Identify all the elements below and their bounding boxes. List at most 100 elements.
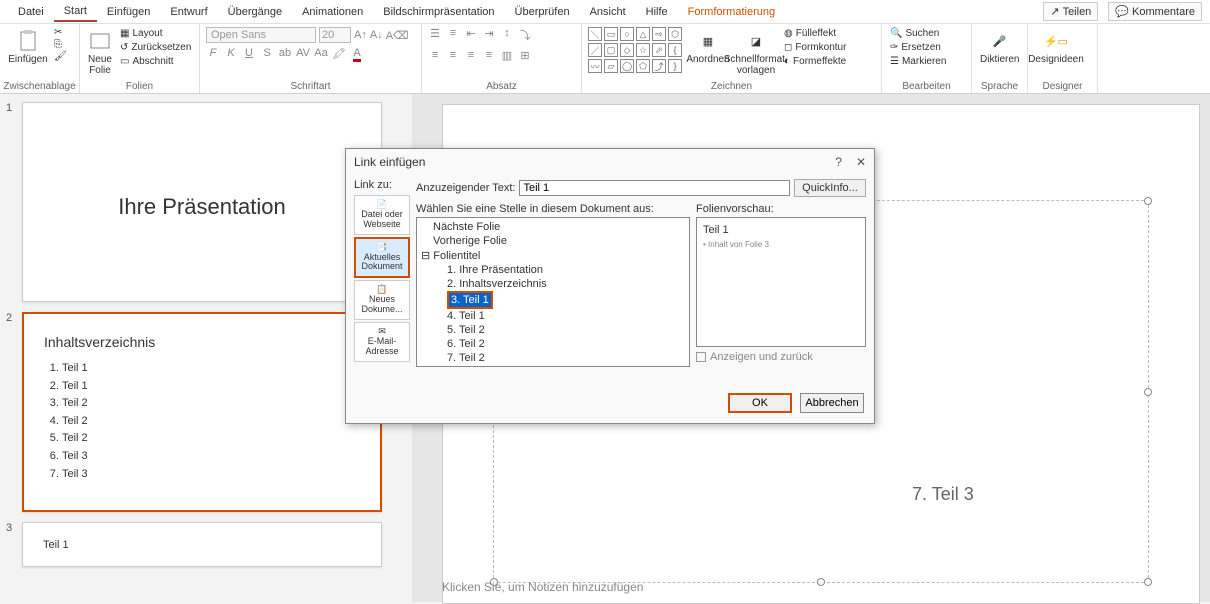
bullets-icon[interactable]: ☰ [428,27,442,43]
slide-thumbnail-1[interactable]: Ihre Präsentation [22,102,382,302]
notes-placeholder[interactable]: Klicken Sie, um Notizen hinzuzufügen [442,572,643,602]
comments-button[interactable]: 💬Kommentare [1108,2,1202,21]
tab-entwurf[interactable]: Entwurf [160,3,217,21]
tab-ansicht[interactable]: Ansicht [580,3,636,21]
find-button[interactable]: 🔍Suchen [888,27,948,40]
tab-animationen[interactable]: Animationen [292,3,373,21]
justify-icon[interactable]: ≡ [482,49,496,62]
smartart-icon[interactable]: ⊞ [518,49,532,62]
tree-node-selected[interactable]: 3. Teil 1 [447,291,493,309]
linkopt-file[interactable]: 📄Datei oder Webseite [354,195,410,235]
close-icon[interactable]: ✕ [856,155,866,169]
copy-icon[interactable]: ⎘ [54,39,67,50]
tab-uebergaenge[interactable]: Übergänge [218,3,292,21]
share-icon: ↗ [1050,5,1059,18]
tree-node[interactable]: 2. Inhaltsverzeichnis [419,277,687,291]
paste-button[interactable]: Einfügen [6,27,50,67]
linkopt-email[interactable]: ✉E-Mail-Adresse [354,322,410,362]
group-editing: 🔍Suchen ✑Ersetzen ☰Markieren Bearbeiten [882,24,972,93]
columns-icon[interactable]: ▥ [500,49,514,62]
slide-title: Inhaltsverzeichnis [44,334,360,350]
replace-button[interactable]: ✑Ersetzen [888,41,948,54]
tree-node-prev[interactable]: Vorherige Folie [419,234,687,248]
group-label-drawing: Zeichnen [582,81,881,93]
link-to-label: Link zu: [354,179,410,191]
select-place-label: Wählen Sie eine Stelle in diesem Dokumen… [416,203,690,215]
display-text-input[interactable] [519,180,790,196]
shadow-button[interactable]: ab [278,47,292,60]
group-label-clipboard: Zwischenablage [0,81,79,93]
section-button[interactable]: ▭Abschnitt [118,55,193,68]
tree-node[interactable]: 7. Teil 2 [419,351,687,365]
format-painter-icon[interactable]: 🖌 [54,51,67,62]
align-right-icon[interactable]: ≡ [464,49,478,62]
help-icon[interactable]: ? [835,155,842,169]
screentip-button[interactable]: QuickInfo... [794,179,866,197]
linkopt-new-doc[interactable]: 📋Neues Dokume... [354,280,410,320]
indent-left-icon[interactable]: ⇤ [464,27,478,43]
tree-node[interactable]: 1. Ihre Präsentation [419,263,687,277]
preview-label: Folienvorschau: [696,203,866,215]
design-ideas-button[interactable]: ⚡▭ Designideen [1034,27,1078,67]
thumb-number: 3 [6,522,22,567]
slide-thumbnail-3[interactable]: Teil 1 [22,522,382,567]
text-direction-icon[interactable]: ⤵ [518,27,532,43]
quick-styles-button[interactable]: ◪ Schnellformat- vorlagen [734,27,778,78]
numbering-icon[interactable]: ≡ [446,27,460,43]
font-name-input[interactable]: Open Sans [206,27,316,43]
decrease-font-icon[interactable]: A↓ [370,29,383,41]
indent-right-icon[interactable]: ⇥ [482,27,496,43]
cancel-button[interactable]: Abbrechen [800,393,864,413]
tab-ueberpruefen[interactable]: Überprüfen [505,3,580,21]
font-size-input[interactable]: 20 [319,27,351,43]
checkbox-icon [696,352,706,362]
increase-font-icon[interactable]: A↑ [354,29,367,41]
insert-link-dialog: Link einfügen ? ✕ Link zu: 📄Datei oder W… [345,148,875,424]
align-left-icon[interactable]: ≡ [428,49,442,62]
group-designer: ⚡▭ Designideen Designer [1028,24,1098,93]
align-center-icon[interactable]: ≡ [446,49,460,62]
dictate-button[interactable]: 🎤 Diktieren [978,27,1021,67]
tab-einfuegen[interactable]: Einfügen [97,3,160,21]
ok-button[interactable]: OK [728,393,792,413]
clear-format-icon[interactable]: A⌫ [386,29,409,42]
shape-effects-button[interactable]: ◐Formeffekte [782,55,848,68]
quickstyle-icon: ◪ [744,29,768,53]
arrange-icon: ▦ [696,29,720,53]
underline-button[interactable]: U [242,47,256,60]
layout-button[interactable]: ▦Layout [118,27,193,40]
new-slide-button[interactable]: Neue Folie [86,27,114,78]
font-color-button[interactable]: A [350,47,364,60]
dialog-titlebar: Link einfügen ? ✕ [346,149,874,175]
tree-node-titles[interactable]: ⊟ Folientitel [419,248,687,263]
toc-list: Teil 1 Teil 1 Teil 2 Teil 2 Teil 2 Teil … [44,360,360,483]
tab-bildschirm[interactable]: Bildschirmpräsentation [373,3,504,21]
tree-node-next[interactable]: Nächste Folie [419,220,687,234]
tree-node[interactable]: 5. Teil 2 [419,323,687,337]
tree-node[interactable]: 6. Teil 2 [419,337,687,351]
cut-icon[interactable]: ✂ [54,27,67,38]
tree-node[interactable]: 4. Teil 1 [419,309,687,323]
spacing-button[interactable]: AV [296,47,310,60]
tab-formformatierung[interactable]: Formformatierung [678,3,785,21]
bold-button[interactable]: F [206,47,220,60]
group-clipboard: Einfügen ✂ ⎘ 🖌 Zwischenablage [0,24,80,93]
show-return-checkbox[interactable]: Anzeigen und zurück [696,351,866,363]
highlight-button[interactable]: 🖍 [332,47,346,60]
linkopt-current-doc[interactable]: 📑Aktuelles Dokument [354,237,410,279]
shape-outline-button[interactable]: ◻Formkontur [782,41,848,54]
place-tree[interactable]: Nächste Folie Vorherige Folie ⊟ Folienti… [416,217,690,367]
strike-button[interactable]: S [260,47,274,60]
shapes-gallery[interactable]: ＼▭○△⇨⬡ ／▢◇☆⬀{ 〰▱◯⬠⤴} [588,27,682,73]
share-button[interactable]: ↗Teilen [1043,2,1098,21]
case-button[interactable]: Aa [314,47,328,60]
tab-datei[interactable]: Datei [8,3,54,21]
tab-hilfe[interactable]: Hilfe [636,3,678,21]
tab-start[interactable]: Start [54,2,97,22]
shape-fill-button[interactable]: ◍Fülleffekt [782,27,848,40]
italic-button[interactable]: K [224,47,238,60]
line-spacing-icon[interactable]: ↕ [500,27,514,43]
reset-button[interactable]: ↺Zurücksetzen [118,41,193,54]
slide-thumbnail-2[interactable]: Inhaltsverzeichnis Teil 1 Teil 1 Teil 2 … [22,312,382,512]
select-button[interactable]: ☰Markieren [888,55,948,68]
